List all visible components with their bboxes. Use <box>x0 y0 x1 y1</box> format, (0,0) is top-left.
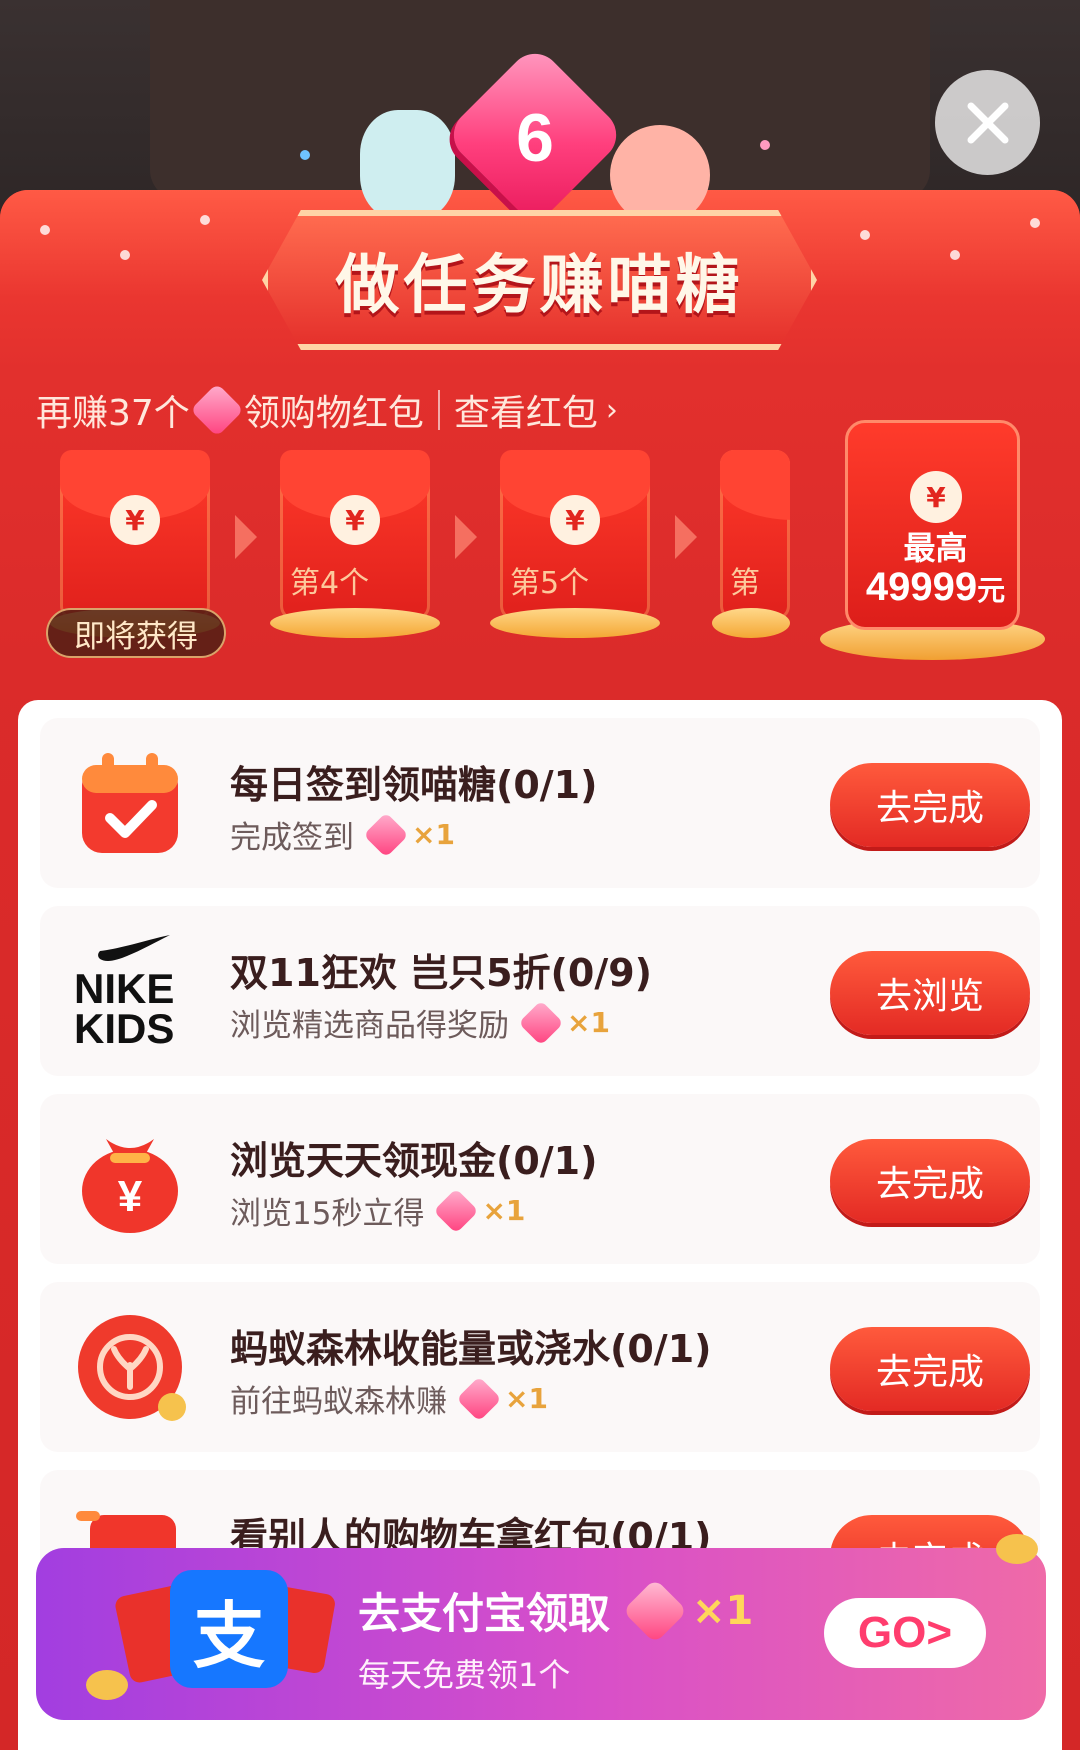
task-item: ¥ 浏览天天领现金(0/1) 浏览15秒立得 ×1 去完成 <box>40 1094 1040 1264</box>
grand-prize-amount: 49999元 <box>865 565 1006 609</box>
ant-forest-icon <box>70 1307 190 1427</box>
task-subtitle: 浏览精选商品得奖励 ×1 <box>230 999 610 1046</box>
task-action-button[interactable]: 去完成 <box>830 1327 1030 1411</box>
level-number: 6 <box>516 100 554 176</box>
divider <box>437 390 440 430</box>
red-packet-1: ¥ <box>60 450 210 620</box>
red-packet-4: ¥ 第4个 <box>280 450 430 620</box>
candy-gem-icon <box>518 999 564 1046</box>
progress-text-prefix: 再赚37个 <box>36 393 190 434</box>
progress-summary: 再赚37个 领购物红包 查看红包 › <box>36 383 618 437</box>
calendar-check-icon <box>70 743 190 863</box>
money-bag-icon: ¥ <box>70 1119 190 1239</box>
alipay-promo-banner[interactable]: 支 去支付宝领取 ×1 每天免费领1个 GO> <box>36 1534 1046 1720</box>
candy-gem-icon <box>433 1187 480 1234</box>
red-packet-label: 第5个 <box>510 566 590 601</box>
candy-gem-icon <box>189 383 244 437</box>
task-item: NIKE KIDS 双11狂欢 岂只5折(0/9) 浏览精选商品得奖励 ×1 去… <box>40 906 1040 1076</box>
go-button[interactable]: GO> <box>824 1598 986 1668</box>
red-packet-label: 第 <box>730 566 760 601</box>
grand-prize-label: 最高 <box>903 529 968 567</box>
page-title: 做任务赚喵糖 <box>335 249 744 323</box>
grand-prize-red-packet[interactable]: ¥ 最高 49999元 <box>845 420 1020 630</box>
svg-text:KIDS: KIDS <box>74 1005 174 1051</box>
gold-coin-decoration <box>996 1534 1038 1564</box>
task-subtitle: 前往蚂蚁森林赚 ×1 <box>230 1375 548 1422</box>
view-red-packet-label: 查看红包 <box>453 393 598 434</box>
task-title: 蚂蚁森林收能量或浇水(0/1) <box>230 1327 712 1371</box>
red-packet-label: 第4个 <box>290 566 370 601</box>
arrow-right-icon <box>235 515 257 559</box>
chevron-right-icon: › <box>605 392 618 428</box>
svg-text:¥: ¥ <box>118 1172 143 1221</box>
arrow-right-icon <box>675 515 697 559</box>
task-title: 浏览天天领现金(0/1) <box>230 1139 598 1183</box>
pedestal <box>270 608 440 638</box>
yuan-coin-icon: ¥ <box>330 495 380 545</box>
pedestal <box>712 608 790 638</box>
candy-gem-icon <box>456 1375 502 1422</box>
task-item: 蚂蚁森林收能量或浇水(0/1) 前往蚂蚁森林赚 ×1 去完成 <box>40 1282 1040 1452</box>
coming-soon-badge: 即将获得 <box>46 608 226 658</box>
close-button[interactable] <box>935 70 1040 175</box>
task-title: 每日签到领喵糖(0/1) <box>230 763 598 807</box>
view-red-packet-link[interactable]: 查看红包 › <box>454 384 618 436</box>
red-packet-5: ¥ 第5个 <box>500 450 650 620</box>
task-subtitle: 浏览15秒立得 ×1 <box>230 1187 525 1234</box>
progress-text-suffix: 领购物红包 <box>243 393 424 434</box>
task-action-button[interactable]: 去完成 <box>830 763 1030 847</box>
task-action-button[interactable]: 去浏览 <box>830 951 1030 1035</box>
swoosh-icon: NIKE KIDS <box>74 935 174 1052</box>
candy-gem-icon <box>363 811 409 858</box>
mascot-left <box>360 110 455 220</box>
task-subtitle: 完成签到 ×1 <box>230 811 455 858</box>
alipay-app-icon: 支 <box>170 1570 288 1688</box>
promo-subtitle: 每天免费领1个 <box>358 1656 571 1694</box>
close-icon <box>967 102 1008 143</box>
pedestal <box>490 608 660 638</box>
task-action-button[interactable]: 去完成 <box>830 1139 1030 1223</box>
gold-coin-decoration <box>86 1670 128 1700</box>
candy-gem-icon <box>622 1577 688 1644</box>
yuan-coin-icon: ¥ <box>910 471 962 523</box>
arrow-right-icon <box>455 515 477 559</box>
nike-kids-logo: NIKE KIDS <box>70 931 190 1052</box>
promo-title: 去支付宝领取 ×1 <box>358 1577 753 1644</box>
yuan-coin-icon: ¥ <box>110 495 160 545</box>
red-packet-6: 第 <box>720 450 790 620</box>
yuan-coin-icon: ¥ <box>550 495 600 545</box>
task-title: 双11狂欢 岂只5折(0/9) <box>230 951 653 995</box>
task-item: 每日签到领喵糖(0/1) 完成签到 ×1 去完成 <box>40 718 1040 888</box>
